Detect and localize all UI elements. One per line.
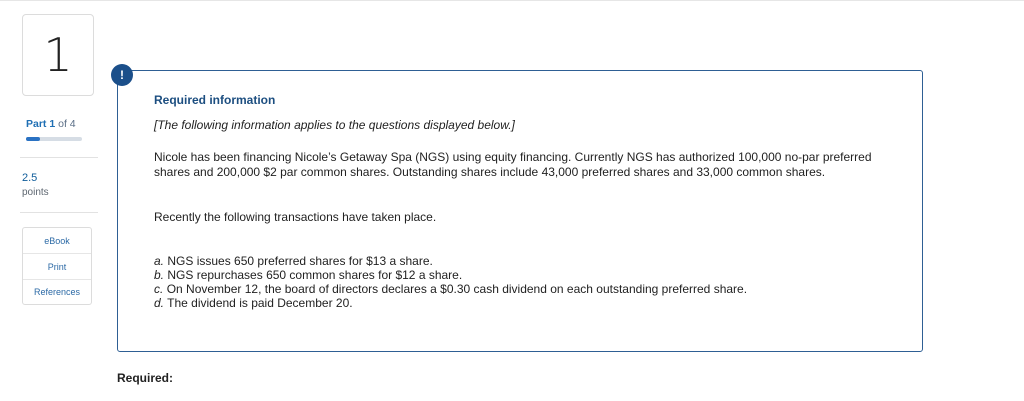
- transaction-item: a. NGS issues 650 preferred shares for $…: [154, 254, 747, 268]
- print-button[interactable]: Print: [23, 254, 91, 280]
- transaction-letter: b.: [154, 268, 165, 282]
- divider: [20, 212, 98, 213]
- part-current: 1: [49, 118, 56, 130]
- references-button[interactable]: References: [23, 280, 91, 304]
- part-progress-bar: [26, 137, 82, 141]
- info-paragraph: Nicole has been financing Nicole’s Getaw…: [154, 150, 872, 179]
- question-number: 1: [22, 14, 94, 96]
- part-total: of 4: [58, 118, 76, 130]
- ebook-button[interactable]: eBook: [23, 228, 91, 254]
- part-prefix: Part: [26, 118, 47, 130]
- info-intro: [The following information applies to th…: [154, 118, 515, 132]
- part-progress-fill: [26, 137, 40, 141]
- info-paragraph: Recently the following transactions have…: [154, 210, 437, 224]
- info-heading: Required information: [154, 93, 276, 107]
- divider: [20, 157, 98, 158]
- transaction-text: NGS issues 650 preferred shares for $13 …: [167, 254, 433, 268]
- exclamation-icon: !: [111, 64, 133, 86]
- resource-buttons: eBook Print References: [22, 227, 92, 305]
- top-border: [0, 0, 1024, 1]
- transaction-text: The dividend is paid December 20.: [167, 296, 353, 310]
- transaction-text: NGS repurchases 650 common shares for $1…: [167, 268, 463, 282]
- transaction-list: a. NGS issues 650 preferred shares for $…: [154, 254, 747, 310]
- transaction-item: b. NGS repurchases 650 common shares for…: [154, 268, 747, 282]
- required-information-box: Required information [The following info…: [117, 70, 923, 352]
- transaction-text: On November 12, the board of directors d…: [166, 282, 748, 296]
- transaction-item: c. On November 12, the board of director…: [154, 282, 747, 296]
- points-value: 2.5: [22, 172, 38, 184]
- points-label: points: [22, 187, 49, 198]
- part-indicator: Part 1 of 4: [26, 118, 76, 130]
- transaction-item: d. The dividend is paid December 20.: [154, 296, 747, 310]
- transaction-letter: a.: [154, 254, 165, 268]
- transaction-letter: d.: [154, 296, 165, 310]
- required-label: Required:: [117, 371, 174, 385]
- transaction-letter: c.: [154, 282, 164, 296]
